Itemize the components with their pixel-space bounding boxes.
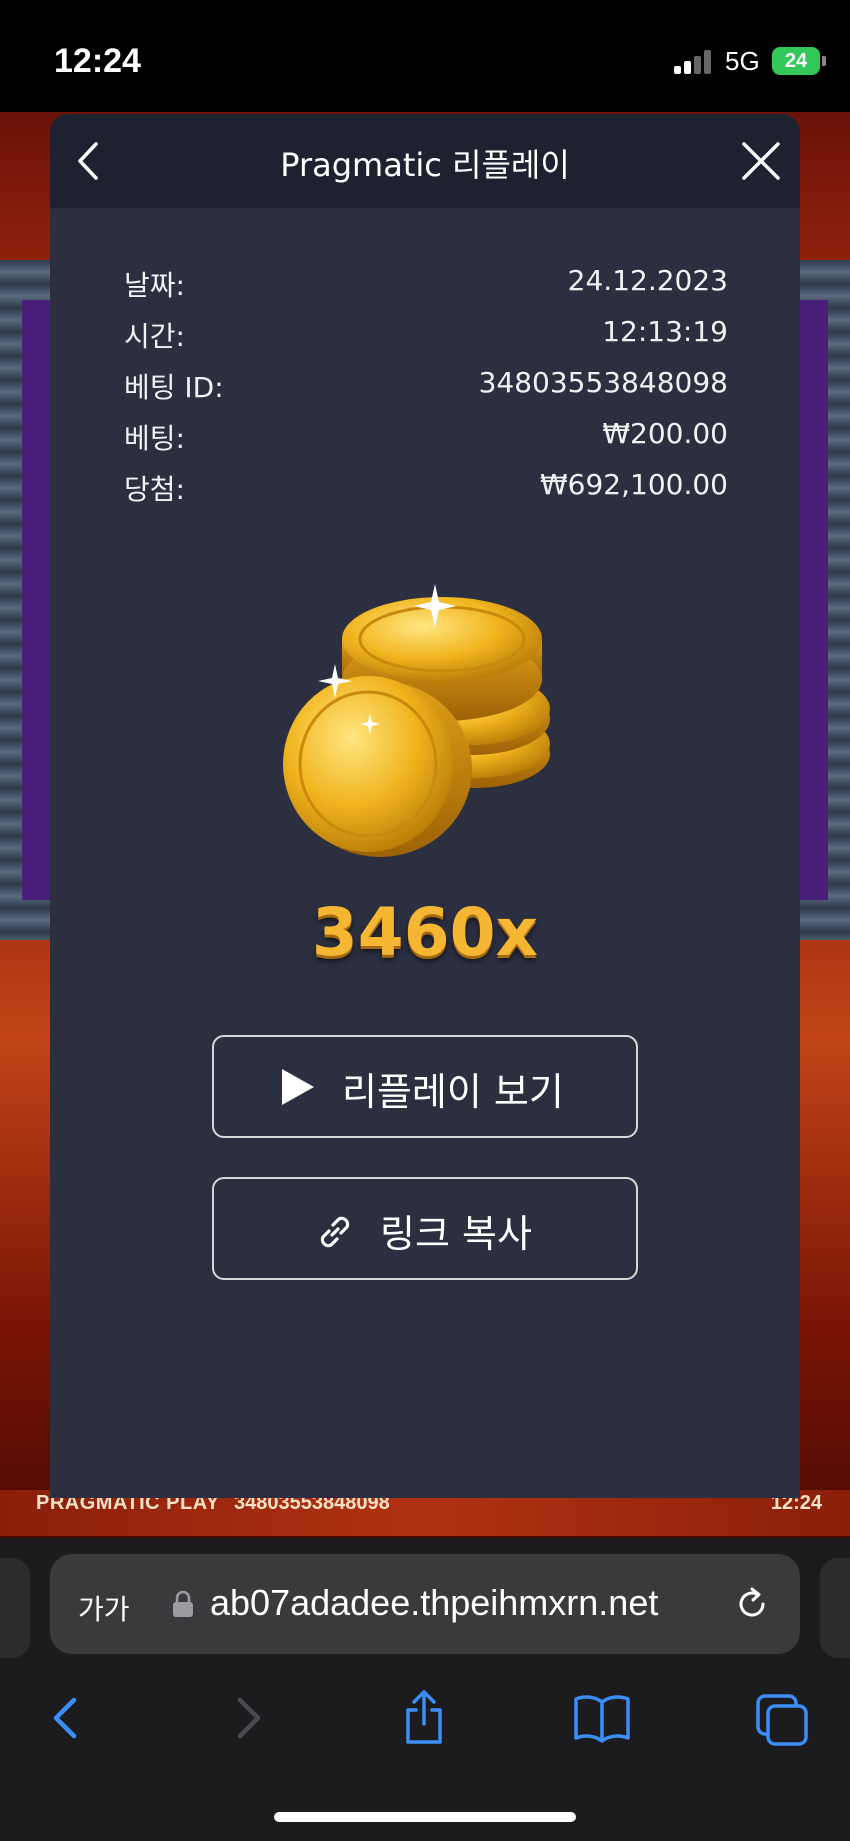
bookmarks-button[interactable] <box>572 1688 632 1748</box>
bet-info-list: 날짜: 24.12.2023 시간: 12:13:19 베팅 ID: 34803… <box>124 264 728 519</box>
network-type: 5G <box>725 46 760 76</box>
battery-cap <box>822 56 826 66</box>
browser-address-bar: 가가 ab07adadee.thpeihmxrn.net <box>0 1538 850 1660</box>
win-label: 당첨: <box>124 473 185 506</box>
status-bar: 12:24 5G 24 <box>0 0 850 112</box>
bet-id-label: 베팅 ID: <box>124 371 224 404</box>
bet-id-value: 34803553848098 <box>478 366 728 399</box>
battery-icon: 24 <box>772 47 820 75</box>
win-value: ₩692,100.00 <box>539 468 728 501</box>
link-icon <box>320 1216 350 1248</box>
text-size-button[interactable]: 가가 <box>78 1588 130 1628</box>
time-value: 12:13:19 <box>602 315 728 348</box>
gold-coins-image <box>283 584 550 857</box>
date-label: 날짜: <box>124 269 185 302</box>
time-label: 시간: <box>124 320 185 353</box>
back-navigation-button[interactable] <box>36 1688 96 1748</box>
close-button[interactable] <box>736 136 786 186</box>
bookmarks-icon <box>574 1695 630 1743</box>
copy-link-button[interactable]: 링크 복사 <box>212 1177 638 1280</box>
bet-value: ₩200.00 <box>602 417 728 450</box>
forward-arrow-icon <box>237 1697 261 1739</box>
view-replay-label: 리플레이 보기 <box>342 1070 564 1114</box>
reload-icon[interactable] <box>732 1584 772 1624</box>
url-field[interactable]: 가가 ab07adadee.thpeihmxrn.net <box>50 1554 800 1654</box>
browser-toolbar <box>0 1660 850 1841</box>
status-time: 12:24 <box>54 42 141 80</box>
replay-modal: Pragmatic 리플레이 날짜: 24.12.2023 시간: 12:13:… <box>50 114 800 1498</box>
share-button[interactable] <box>394 1688 454 1748</box>
info-row-bet-id: 베팅 ID: 34803553848098 <box>124 366 728 417</box>
play-icon <box>282 1069 314 1105</box>
modal-header: Pragmatic 리플레이 <box>50 114 800 208</box>
back-arrow-icon <box>53 1697 77 1739</box>
signal-strength-icon <box>674 50 714 74</box>
game-reel-edge-right <box>800 300 828 900</box>
forward-navigation-button[interactable] <box>218 1688 278 1748</box>
info-row-bet: 베팅: ₩200.00 <box>124 417 728 468</box>
bet-label: 베팅: <box>124 422 185 455</box>
share-icon <box>406 1690 442 1744</box>
win-multiplier: 3460x <box>311 894 539 971</box>
home-indicator <box>274 1812 576 1822</box>
lock-icon <box>173 1590 193 1617</box>
copy-link-label: 링크 복사 <box>380 1212 532 1256</box>
tabs-button[interactable] <box>752 1688 812 1748</box>
info-row-date: 날짜: 24.12.2023 <box>124 264 728 315</box>
game-reel-edge-left <box>22 300 50 900</box>
tabs-icon <box>756 1694 808 1746</box>
date-value: 24.12.2023 <box>567 264 728 297</box>
view-replay-button[interactable]: 리플레이 보기 <box>212 1035 638 1138</box>
next-tab-edge[interactable] <box>820 1558 850 1658</box>
url-text: ab07adadee.thpeihmxrn.net <box>210 1582 659 1623</box>
info-row-win: 당첨: ₩692,100.00 <box>124 468 728 519</box>
previous-tab-edge[interactable] <box>0 1558 30 1658</box>
info-row-time: 시간: 12:13:19 <box>124 315 728 366</box>
close-icon <box>742 142 780 180</box>
modal-title: Pragmatic 리플레이 <box>280 146 570 184</box>
